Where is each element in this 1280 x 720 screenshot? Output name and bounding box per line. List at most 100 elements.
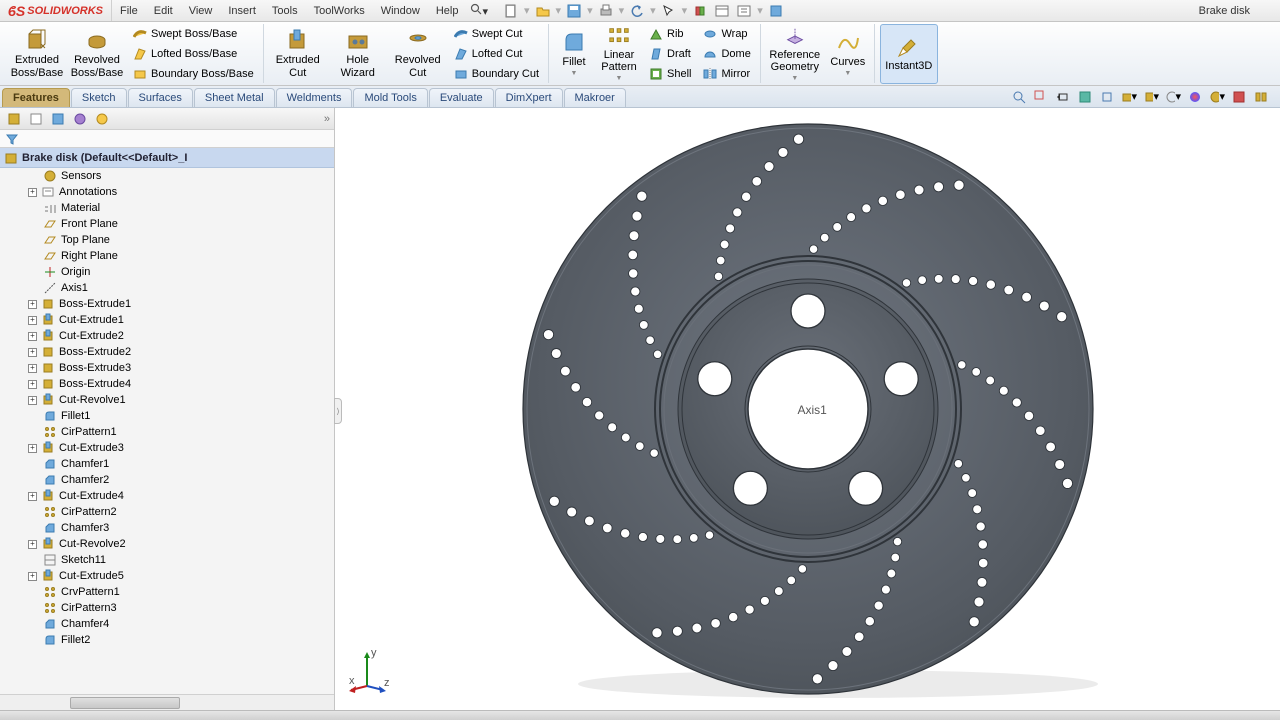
save-button[interactable] bbox=[565, 2, 583, 20]
appearance-button[interactable] bbox=[767, 2, 785, 20]
tree-item-cut-extrude3[interactable]: +Cut-Extrude3 bbox=[0, 440, 334, 456]
section-view-icon[interactable] bbox=[1076, 88, 1094, 106]
tree-item-front-plane[interactable]: Front Plane bbox=[0, 216, 334, 232]
extruded-cut-button[interactable]: Extruded Cut bbox=[269, 24, 327, 84]
render-icon[interactable] bbox=[1230, 88, 1248, 106]
tab-mold-tools[interactable]: Mold Tools bbox=[353, 88, 427, 107]
tab-features[interactable]: Features bbox=[2, 88, 70, 107]
tree-item-chamfer2[interactable]: Chamfer2 bbox=[0, 472, 334, 488]
view-settings-icon[interactable]: ▾ bbox=[1208, 88, 1226, 106]
boundary-cut-button[interactable]: Boundary Cut bbox=[449, 65, 544, 83]
fillet-button[interactable]: Fillet▼ bbox=[554, 24, 594, 84]
tree-item-annotations[interactable]: +Annotations bbox=[0, 184, 334, 200]
menu-tools[interactable]: Tools bbox=[264, 5, 306, 17]
tree-item-cut-extrude4[interactable]: +Cut-Extrude4 bbox=[0, 488, 334, 504]
dimxpert-manager-tab-icon[interactable] bbox=[70, 110, 90, 128]
menu-window[interactable]: Window bbox=[373, 5, 428, 17]
tree-item-axis1[interactable]: Axis1 bbox=[0, 280, 334, 296]
orientation-triad-icon[interactable]: y x z bbox=[349, 646, 399, 696]
expand-icon[interactable]: + bbox=[28, 380, 37, 389]
tab-dimxpert[interactable]: DimXpert bbox=[495, 88, 563, 107]
undo-button[interactable] bbox=[628, 2, 646, 20]
feature-tree[interactable]: Sensors+AnnotationsMaterial Front PlaneT… bbox=[0, 168, 334, 694]
tree-item-material-not-specified-[interactable]: Material bbox=[0, 200, 334, 216]
expand-icon[interactable]: + bbox=[28, 364, 37, 373]
tree-root[interactable]: Brake disk (Default<<Default>_I bbox=[0, 148, 334, 168]
menu-toolworks[interactable]: ToolWorks bbox=[306, 5, 373, 17]
rebuild-button[interactable] bbox=[691, 2, 709, 20]
expand-icon[interactable]: + bbox=[28, 332, 37, 341]
tree-item-crvpattern1[interactable]: CrvPattern1 bbox=[0, 584, 334, 600]
panel-splitter-handle[interactable]: ⟩ bbox=[334, 398, 342, 424]
tree-item-fillet1[interactable]: Fillet1 bbox=[0, 408, 334, 424]
expand-icon[interactable]: + bbox=[28, 572, 37, 581]
revolved-cut-button[interactable]: Revolved Cut bbox=[389, 24, 447, 84]
curves-button[interactable]: Curves▼ bbox=[826, 24, 870, 84]
expand-icon[interactable]: + bbox=[28, 444, 37, 453]
tree-item-cut-extrude2[interactable]: +Cut-Extrude2 bbox=[0, 328, 334, 344]
swept-boss-button[interactable]: Swept Boss/Base bbox=[128, 25, 259, 43]
extruded-boss-button[interactable]: Extruded Boss/Base bbox=[8, 24, 66, 84]
tree-item-chamfer1[interactable]: Chamfer1 bbox=[0, 456, 334, 472]
display-manager-tab-icon[interactable] bbox=[92, 110, 112, 128]
previous-view-icon[interactable] bbox=[1054, 88, 1072, 106]
tree-item-cut-revolve2[interactable]: +Cut-Revolve2 bbox=[0, 536, 334, 552]
tree-item-sensors[interactable]: Sensors bbox=[0, 168, 334, 184]
tab-weldments[interactable]: Weldments bbox=[276, 88, 353, 107]
menu-edit[interactable]: Edit bbox=[146, 5, 181, 17]
revolved-boss-button[interactable]: Revolved Boss/Base bbox=[68, 24, 126, 84]
lofted-cut-button[interactable]: Lofted Cut bbox=[449, 45, 544, 63]
tree-item-sketch11[interactable]: Sketch11 bbox=[0, 552, 334, 568]
tree-item-boss-extrude2[interactable]: +Boss-Extrude2 bbox=[0, 344, 334, 360]
tree-item-cirpattern1[interactable]: CirPattern1 bbox=[0, 424, 334, 440]
display-style-icon[interactable]: ▾ bbox=[1120, 88, 1138, 106]
expand-icon[interactable]: + bbox=[28, 188, 37, 197]
open-doc-button[interactable] bbox=[534, 2, 552, 20]
zoom-area-icon[interactable] bbox=[1032, 88, 1050, 106]
tree-item-boss-extrude3[interactable]: +Boss-Extrude3 bbox=[0, 360, 334, 376]
expand-icon[interactable]: + bbox=[28, 396, 37, 405]
feature-manager-tab-icon[interactable] bbox=[4, 110, 24, 128]
tab-sheet-metal[interactable]: Sheet Metal bbox=[194, 88, 275, 107]
print-button[interactable] bbox=[597, 2, 615, 20]
tree-item-boss-extrude1[interactable]: +Boss-Extrude1 bbox=[0, 296, 334, 312]
sidebar-h-scrollbar[interactable] bbox=[0, 694, 334, 710]
tree-item-top-plane[interactable]: Top Plane bbox=[0, 232, 334, 248]
rib-button[interactable]: Rib bbox=[644, 25, 696, 43]
tree-item-boss-extrude4[interactable]: +Boss-Extrude4 bbox=[0, 376, 334, 392]
tree-item-right-plane[interactable]: Right Plane bbox=[0, 248, 334, 264]
graphics-viewport[interactable]: ⟩ bbox=[335, 108, 1280, 710]
boundary-boss-button[interactable]: Boundary Boss/Base bbox=[128, 65, 259, 83]
configuration-manager-tab-icon[interactable] bbox=[48, 110, 68, 128]
expand-panel-icon[interactable]: » bbox=[324, 113, 330, 125]
view-tools-icon[interactable] bbox=[1252, 88, 1270, 106]
expand-icon[interactable]: + bbox=[28, 316, 37, 325]
tree-item-cirpattern2[interactable]: CirPattern2 bbox=[0, 504, 334, 520]
tab-evaluate[interactable]: Evaluate bbox=[429, 88, 494, 107]
expand-icon[interactable]: + bbox=[28, 492, 37, 501]
expand-icon[interactable]: + bbox=[28, 540, 37, 549]
edit-appearance-icon[interactable]: ▾ bbox=[1164, 88, 1182, 106]
property-manager-tab-icon[interactable] bbox=[26, 110, 46, 128]
lofted-boss-button[interactable]: Lofted Boss/Base bbox=[128, 45, 259, 63]
menu-insert[interactable]: Insert bbox=[220, 5, 264, 17]
tree-item-cut-extrude1[interactable]: +Cut-Extrude1 bbox=[0, 312, 334, 328]
mirror-button[interactable]: Mirror bbox=[698, 65, 755, 83]
properties-button[interactable] bbox=[735, 2, 753, 20]
menu-help[interactable]: Help bbox=[428, 5, 467, 17]
wrap-button[interactable]: Wrap bbox=[698, 25, 755, 43]
feature-filter-bar[interactable] bbox=[0, 130, 334, 148]
tab-sketch[interactable]: Sketch bbox=[71, 88, 127, 107]
tab-surfaces[interactable]: Surfaces bbox=[128, 88, 193, 107]
tree-item-chamfer4[interactable]: Chamfer4 bbox=[0, 616, 334, 632]
tab-makroer[interactable]: Makroer bbox=[564, 88, 626, 107]
draft-button[interactable]: Draft bbox=[644, 45, 696, 63]
dome-button[interactable]: Dome bbox=[698, 45, 755, 63]
tree-item-chamfer3[interactable]: Chamfer3 bbox=[0, 520, 334, 536]
menu-file[interactable]: File bbox=[112, 5, 146, 17]
tree-item-cut-extrude5[interactable]: +Cut-Extrude5 bbox=[0, 568, 334, 584]
zoom-fit-icon[interactable] bbox=[1010, 88, 1028, 106]
select-button[interactable] bbox=[660, 2, 678, 20]
shell-button[interactable]: Shell bbox=[644, 65, 696, 83]
new-doc-button[interactable] bbox=[502, 2, 520, 20]
